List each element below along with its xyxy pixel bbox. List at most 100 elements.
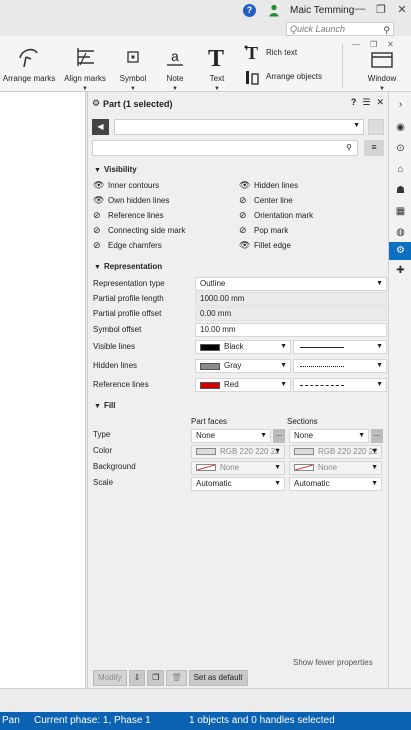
ribbon-separator [342, 44, 343, 88]
partial-profile-offset-field[interactable]: 0.00 mm [195, 307, 387, 321]
delete-icon[interactable]: 🗑 [166, 670, 187, 686]
drawing-canvas[interactable] [0, 92, 86, 688]
collapse-triangle-icon: ▼ [94, 403, 101, 410]
eye-off-icon: ⊘ [239, 210, 247, 220]
minimize-button[interactable]: — [353, 3, 367, 15]
set-as-default-button[interactable]: Set as default [188, 670, 248, 686]
chevron-down-icon: ▼ [376, 280, 383, 287]
modify-button[interactable]: Modify [93, 670, 127, 686]
chevron-down-icon: ▼ [376, 381, 383, 388]
arrange-objects-tool[interactable]: Arrange objects [242, 64, 322, 88]
model-objects-icon[interactable]: ◉ [389, 119, 411, 137]
window-icon [371, 52, 393, 68]
sections-type-select[interactable]: None ▼ [289, 429, 369, 443]
visibility-fillet-edge[interactable]: 👁 Fillet edge [239, 240, 291, 251]
eye-off-icon: ⊘ [239, 195, 247, 205]
visibility-pop-mark[interactable]: ⊘ Pop mark [239, 225, 288, 236]
part-faces-background-select[interactable]: None ▼ [191, 461, 285, 475]
pick-icon[interactable]: ⇩ [128, 670, 146, 686]
reference-lines-type-select[interactable]: ▼ [293, 378, 387, 392]
representation-section-header[interactable]: ▼ Representation [94, 262, 162, 271]
close-button[interactable]: ✕ [395, 3, 409, 16]
save-icon[interactable] [368, 119, 384, 135]
copy-icon[interactable]: ❐ [147, 670, 165, 686]
search-icon[interactable]: ⚲ [383, 24, 390, 36]
hidden-lines-color-select[interactable]: Gray ▼ [195, 359, 291, 373]
sections-color-select[interactable]: RGB 220 220 22 ▼ [289, 445, 382, 459]
ribbon-close-icon[interactable]: ✕ [387, 40, 394, 49]
ribbon-restore-icon[interactable]: ❐ [370, 40, 377, 49]
svg-text:a: a [171, 48, 179, 64]
side-tool-strip: › ◉ ⊙ ⌂ ☗ ▦ ◍ ⚙ ✚ [388, 92, 411, 688]
part-faces-scale-select[interactable]: Automatic ▼ [191, 477, 285, 491]
document-icon[interactable]: ▦ [389, 203, 411, 221]
help-button[interactable]: ? [243, 4, 256, 17]
window-tool[interactable]: Window ▼ [360, 50, 404, 92]
settings-file-select[interactable]: ▼ [114, 119, 364, 135]
symbol-tool[interactable]: Symbol ▼ [116, 44, 150, 92]
sections-scale-select[interactable]: Automatic ▼ [289, 477, 382, 491]
globe-icon[interactable]: ◍ [389, 224, 411, 242]
title-bar: ? Maic Temming — ❐ ✕ [0, 0, 411, 22]
visibility-orientation-mark[interactable]: ⊘ Orientation mark [239, 210, 313, 221]
svg-text:T: T [246, 43, 258, 62]
rich-text-tool[interactable]: T Rich text [242, 40, 322, 64]
close-panel-icon[interactable]: ✕ [376, 97, 384, 108]
list-view-icon[interactable]: ☰ [362, 97, 370, 108]
expand-arrow-icon[interactable]: › [389, 96, 411, 114]
visibility-reference-lines[interactable]: ⊘ Reference lines [93, 210, 164, 221]
properties-gear-icon[interactable]: ⚙ [389, 242, 411, 260]
property-filter-input[interactable]: ⚲ [92, 140, 358, 156]
collapse-triangle-icon: ▼ [94, 167, 101, 174]
part-faces-color-select[interactable]: RGB 220 220 22 ▼ [191, 445, 285, 459]
visibility-section-header[interactable]: ▼ Visibility [94, 165, 137, 174]
visibility-hidden-lines[interactable]: 👁 Hidden lines [239, 180, 298, 191]
visibility-own-hidden-lines[interactable]: 👁 Own hidden lines [93, 195, 169, 206]
representation-type-select[interactable]: Outline ▼ [195, 277, 387, 291]
back-arrow-icon[interactable]: ◀ [92, 119, 109, 135]
text-tool[interactable]: T Text ▼ [202, 44, 232, 92]
ribbon-minimize-icon[interactable]: — [352, 40, 360, 49]
partial-profile-length-field[interactable]: 1000.00 mm [195, 292, 387, 306]
panel-button-row: Modify ⇩ ❐ 🗑 Set as default [93, 670, 248, 686]
fill-section-header[interactable]: ▼ Fill [94, 401, 116, 410]
restore-button[interactable]: ❐ [374, 3, 388, 16]
symbol-offset-field[interactable]: 10.00 mm [195, 323, 387, 337]
align-marks-tool[interactable]: Align marks ▼ [63, 44, 107, 92]
visibility-edge-chamfers[interactable]: ⊘ Edge chamfers [93, 240, 162, 251]
layout-icon[interactable]: ✚ [389, 262, 411, 280]
sections-more-button[interactable]: ... [371, 429, 383, 443]
visible-lines-type-select[interactable]: ▼ [293, 340, 387, 354]
sections-header: Sections [287, 417, 318, 426]
help-icon[interactable]: ? [351, 97, 357, 108]
chevron-down-icon: ▼ [371, 480, 378, 487]
status-phase[interactable]: Current phase: 1, Phase 1 [34, 715, 151, 726]
quick-launch-input[interactable]: Quick Launch ⚲ [286, 22, 394, 36]
filter-menu-button[interactable]: ≡ [364, 140, 384, 156]
sections-background-select[interactable]: None ▼ [289, 461, 382, 475]
user-name[interactable]: Maic Temming [290, 5, 354, 16]
partial-profile-offset-row: Partial profile offset 0.00 mm [93, 307, 387, 321]
eye-off-icon: ⊘ [239, 225, 247, 235]
part-faces-more-button[interactable]: ... [273, 429, 285, 443]
no-color-swatch [294, 464, 314, 471]
eye-off-icon: ⊘ [93, 240, 101, 250]
dash-dot-line-sample [300, 385, 344, 386]
visibility-center-line[interactable]: ⊘ Center line [239, 195, 293, 206]
chevron-down-icon: ▼ [376, 362, 383, 369]
visibility-inner-contours[interactable]: 👁 Inner contours [93, 180, 159, 191]
learning-icon[interactable]: ☗ [389, 182, 411, 200]
catalog-icon[interactable]: ⌂ [389, 161, 411, 179]
link-icon[interactable]: ⊙ [389, 140, 411, 158]
hidden-lines-type-select[interactable]: ▼ [293, 359, 387, 373]
user-icon[interactable] [269, 4, 279, 17]
arrange-marks-tool[interactable]: Arrange marks [2, 44, 56, 83]
visibility-connecting-side-mark[interactable]: ⊘ Connecting side mark [93, 225, 185, 236]
fill-type-label: Type [93, 430, 111, 439]
visible-lines-color-select[interactable]: Black ▼ [195, 340, 291, 354]
note-tool[interactable]: a Note ▼ [160, 44, 190, 92]
hidden-lines-row: Hidden lines Gray ▼ ▼ [93, 359, 387, 373]
part-faces-type-select[interactable]: None ▼ [191, 429, 271, 443]
show-fewer-properties-link[interactable]: Show fewer properties [293, 658, 373, 667]
reference-lines-color-select[interactable]: Red ▼ [195, 378, 291, 392]
